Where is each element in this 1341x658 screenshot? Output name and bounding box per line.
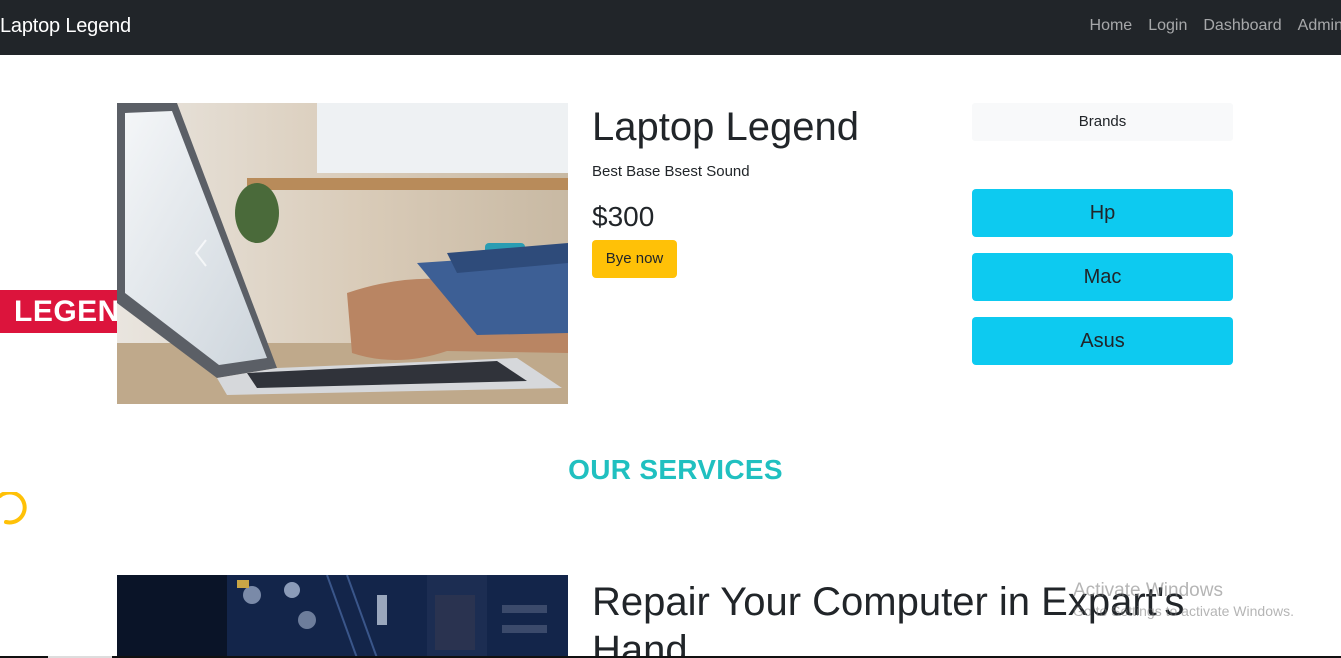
product-title: Laptop Legend (592, 105, 859, 149)
brands-header: Brands (972, 103, 1233, 141)
brand-button-asus[interactable]: Asus (972, 317, 1233, 365)
product-subtitle: Best Base Bsest Sound (592, 163, 750, 180)
nav-link-admin[interactable]: Admin (1298, 17, 1341, 35)
buy-now-button[interactable]: Bye now (592, 240, 677, 278)
nav-links: Home Login Dashboard Admin (1090, 17, 1341, 35)
activate-windows-watermark: Activate Windows Go to Settings to activ… (1073, 580, 1294, 619)
product-price: $300 (592, 201, 655, 232)
side-legend-text: LEGEN (14, 295, 117, 328)
watermark-line-1: Activate Windows (1073, 580, 1223, 601)
brand-button-hp[interactable]: Hp (972, 189, 1233, 237)
nav-link-login[interactable]: Login (1148, 17, 1187, 35)
top-navbar: Laptop Legend Home Login Dashboard Admin (0, 0, 1341, 55)
service-circuit-image (117, 575, 568, 658)
nav-link-dashboard[interactable]: Dashboard (1203, 17, 1281, 35)
brand-button-mac[interactable]: Mac (972, 253, 1233, 301)
carousel-prev-button[interactable] (188, 236, 216, 270)
navbar-brand[interactable]: Laptop Legend (0, 15, 131, 38)
hero-laptop-image (117, 103, 568, 404)
side-legend-tag: LEGEN (0, 290, 117, 333)
nav-link-home[interactable]: Home (1090, 17, 1133, 35)
services-heading: OUR SERVICES (568, 454, 783, 485)
loading-spinner-icon (0, 490, 32, 526)
watermark-line-2: Go to Settings to activate Windows. (1073, 603, 1294, 619)
